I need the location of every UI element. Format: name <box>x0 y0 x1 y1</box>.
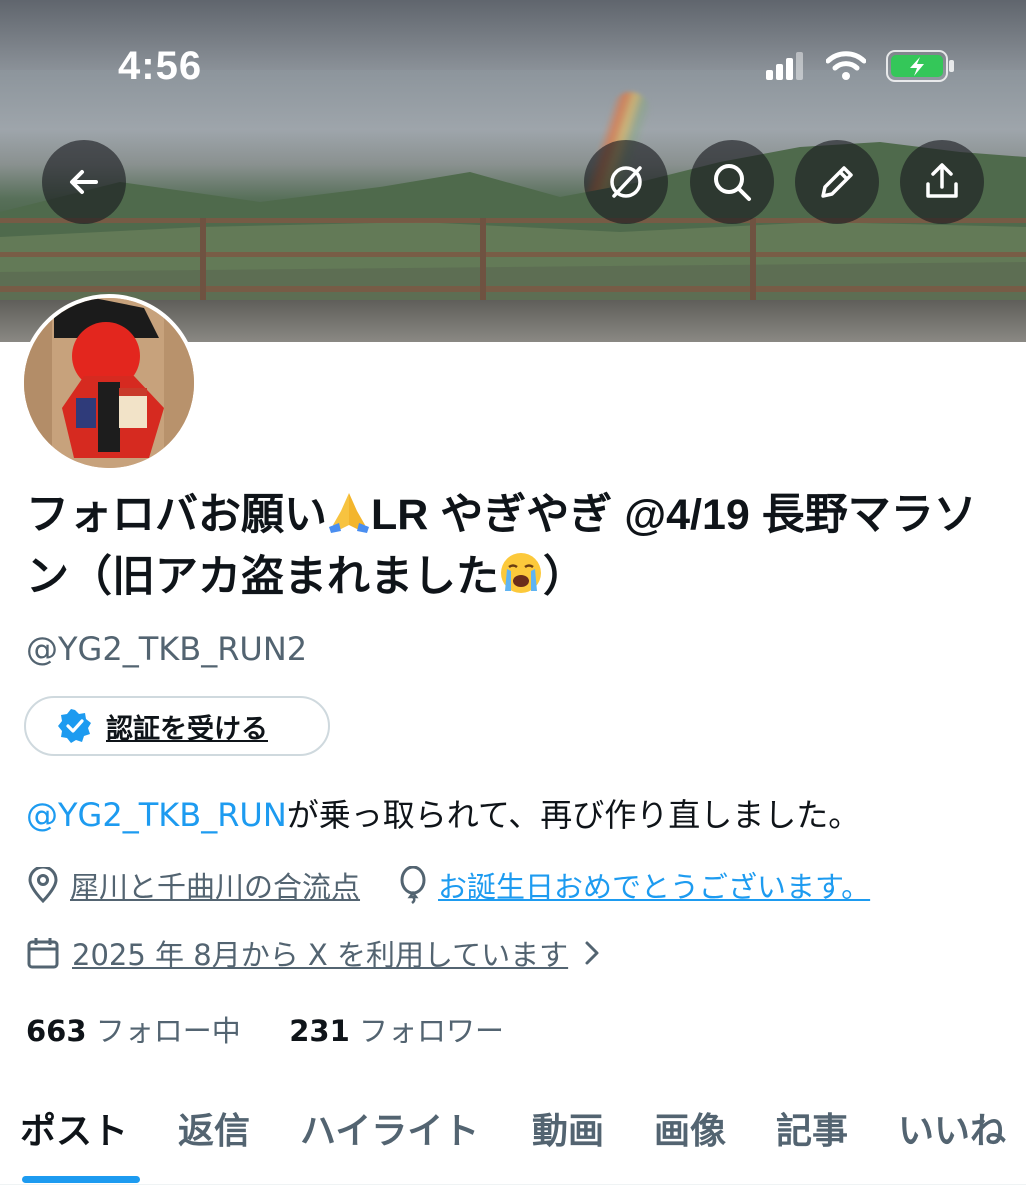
display-name-text: フォロバお願い <box>26 491 327 539</box>
joined-date-text: 2025 年 8月から X を利用しています <box>72 938 569 972</box>
back-button[interactable] <box>42 140 126 224</box>
followers-label: フォロワー <box>358 1014 504 1048</box>
banner-rail-middle <box>0 252 1026 257</box>
tab-photos[interactable]: 画像 <box>654 1102 726 1154</box>
following-count: 663 <box>26 1014 87 1048</box>
share-button[interactable] <box>900 140 984 224</box>
calendar-icon <box>27 938 59 969</box>
profile-tabs: ポスト 返信 ハイライト 動画 画像 記事 いいね <box>0 1096 1026 1160</box>
balloon-icon <box>400 866 426 904</box>
crying-face-emoji <box>501 553 541 593</box>
avatar-image <box>24 298 194 468</box>
display-name: フォロバお願い LR やぎやぎ @4/19 長野マラソン（旧アカ盗まれました ） <box>26 484 1016 608</box>
profile-meta-row: 犀川と千曲川の合流点 お誕生日おめでとうございます。 <box>26 864 870 906</box>
display-name-text: ） <box>543 553 586 601</box>
verified-badge-icon <box>58 709 91 743</box>
search-button[interactable] <box>690 140 774 224</box>
edit-icon <box>821 166 853 198</box>
active-tab-indicator <box>22 1176 140 1183</box>
edit-button[interactable] <box>795 140 879 224</box>
share-icon <box>926 163 958 198</box>
avatar[interactable] <box>20 294 198 472</box>
follow-stats: 663 フォロー中 231 フォロワー <box>26 1008 504 1050</box>
following-link[interactable]: 663 フォロー中 <box>26 1014 241 1048</box>
status-time: 4:56 <box>118 44 203 88</box>
chevron-right-icon <box>585 941 599 965</box>
following-label: フォロー中 <box>95 1014 241 1048</box>
grok-button[interactable] <box>584 140 668 224</box>
search-icon <box>714 164 751 201</box>
tabs-divider <box>0 1184 1026 1185</box>
joined-row[interactable]: 2025 年 8月から X を利用しています <box>26 932 604 974</box>
get-verified-label: 認証を受ける <box>106 713 268 745</box>
location-text: 犀川と千曲川の合流点 <box>70 870 361 904</box>
tab-posts[interactable]: ポスト <box>20 1102 128 1154</box>
battery-charging-icon <box>886 50 954 82</box>
followers-count: 231 <box>289 1014 350 1048</box>
location-pin-icon <box>28 867 58 903</box>
tab-replies[interactable]: 返信 <box>178 1102 250 1154</box>
banner-rail-bottom <box>0 286 1026 292</box>
bio: @YG2_TKB_RUNが乗っ取られて、再び作り直しました。 <box>26 790 860 836</box>
user-handle: @YG2_TKB_RUN2 <box>26 630 308 668</box>
followers-link[interactable]: 231 フォロワー <box>289 1014 504 1048</box>
get-verified-button[interactable]: 認証を受ける <box>24 696 330 756</box>
arrow-left-icon <box>70 170 98 194</box>
status-icons <box>766 50 956 82</box>
birthday-link[interactable]: お誕生日おめでとうございます。 <box>438 864 870 906</box>
tab-videos[interactable]: 動画 <box>532 1102 604 1154</box>
wifi-icon <box>826 51 866 80</box>
tab-highlights[interactable]: ハイライト <box>300 1102 479 1154</box>
grok-icon <box>610 166 642 198</box>
banner-rail-top <box>0 218 1026 223</box>
bio-text: が乗っ取られて、再び作り直しました。 <box>286 796 861 834</box>
tab-articles[interactable]: 記事 <box>776 1102 848 1154</box>
tab-likes[interactable]: いいね <box>898 1102 1006 1154</box>
folded-hands-emoji <box>329 493 369 533</box>
cellular-signal-icon <box>766 52 803 80</box>
bio-mention-link[interactable]: @YG2_TKB_RUN <box>26 796 287 834</box>
